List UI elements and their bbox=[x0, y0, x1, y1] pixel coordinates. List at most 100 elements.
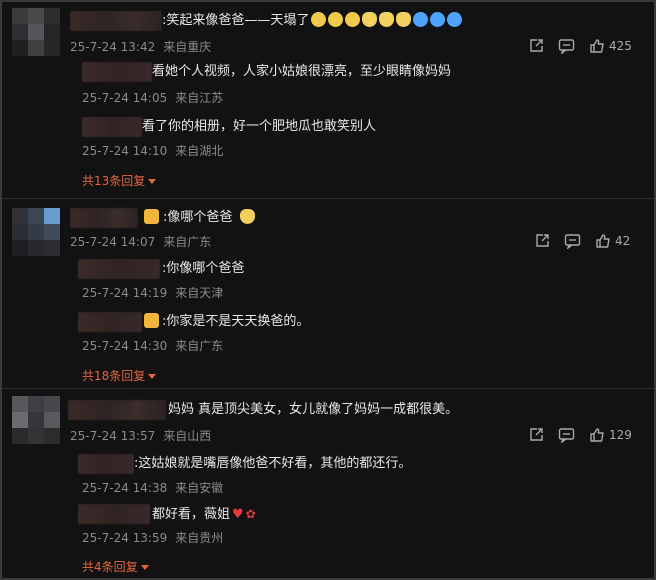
reply-button[interactable] bbox=[558, 427, 575, 443]
comment-date: 25-7-24 14:07 bbox=[70, 235, 156, 249]
share-icon bbox=[536, 234, 549, 247]
reply-meta: 25-7-24 14:05 来自江苏 bbox=[82, 90, 223, 106]
reply-username-blurred[interactable] bbox=[78, 504, 150, 524]
reply-location: 来自广东 bbox=[175, 339, 224, 353]
username-blurred[interactable] bbox=[70, 208, 138, 228]
share-icon bbox=[530, 428, 543, 441]
view-more-label: 共18条回复 bbox=[82, 369, 146, 383]
thumbs-up-icon bbox=[590, 39, 604, 53]
reply-date: 25-7-24 14:05 bbox=[82, 91, 168, 105]
crown-emoji bbox=[144, 313, 159, 328]
reply-date: 25-7-24 13:59 bbox=[82, 531, 168, 545]
avatar[interactable] bbox=[12, 396, 60, 444]
cry-laugh-emoji bbox=[447, 12, 463, 27]
reply-button[interactable] bbox=[558, 38, 575, 54]
like-button[interactable]: 129 bbox=[589, 426, 632, 444]
reply-location: 来自天津 bbox=[175, 286, 224, 300]
reply-meta: 25-7-24 14:38 来自安徽 bbox=[82, 480, 223, 496]
reply-text: 都好看，薇姐 ♥ ✿ bbox=[152, 504, 256, 525]
reply-location: 来自贵州 bbox=[175, 531, 224, 545]
reply-button[interactable] bbox=[564, 233, 581, 249]
view-more-label: 共4条回复 bbox=[82, 560, 138, 574]
view-more-label: 共13条回复 bbox=[82, 174, 146, 188]
reply-meta: 25-7-24 14:10 来自湖北 bbox=[82, 143, 223, 159]
reply-date: 25-7-24 14:38 bbox=[82, 481, 168, 495]
reply-text: :你家是不是天天换爸的。 bbox=[142, 312, 309, 332]
grin-emoji bbox=[345, 12, 361, 27]
reply-username-blurred[interactable] bbox=[82, 117, 142, 137]
comment-item: :像哪个爸爸 25-7-24 14:07 来自广东 42 :你像哪个爸爸 25-7… bbox=[2, 200, 654, 388]
avatar[interactable] bbox=[12, 8, 60, 56]
heart-emoji: ♥ bbox=[232, 507, 244, 522]
cry-laugh-emoji bbox=[430, 12, 446, 27]
comment-icon bbox=[564, 234, 581, 249]
reply-text: 看了你的相册，好一个肥地瓜也敢笑别人 bbox=[142, 119, 377, 134]
caret-down-icon bbox=[148, 179, 157, 184]
rose-emoji: ✿ bbox=[245, 507, 256, 521]
crown-emoji bbox=[144, 209, 159, 224]
reply-location: 来自湖北 bbox=[175, 144, 224, 158]
comment-location: 来自山西 bbox=[163, 429, 212, 443]
reply-username-blurred[interactable] bbox=[78, 312, 142, 332]
comment-date: 25-7-24 13:57 bbox=[70, 429, 156, 443]
comment-actions: 42 bbox=[520, 232, 630, 250]
thumbs-up-icon bbox=[596, 234, 610, 248]
comment-list: :笑起来像爸爸——天塌了 25-7-24 13:42 来自重庆 425 看她个人视… bbox=[0, 0, 656, 580]
username-blurred[interactable] bbox=[70, 11, 162, 31]
reply-date: 25-7-24 14:19 bbox=[82, 286, 168, 300]
comment-location: 来自重庆 bbox=[163, 40, 212, 54]
comment-meta: 25-7-24 13:42 来自重庆 bbox=[70, 39, 211, 55]
reply-username-blurred[interactable] bbox=[82, 62, 152, 82]
comment-text: :像哪个爸爸 bbox=[142, 208, 256, 228]
like-button[interactable]: 425 bbox=[589, 37, 632, 55]
comment-icon bbox=[558, 39, 575, 54]
cry-laugh-emoji bbox=[413, 12, 429, 27]
grin-emoji bbox=[328, 12, 344, 27]
view-more-replies[interactable]: 共4条回复 bbox=[82, 559, 149, 575]
reply-meta: 25-7-24 14:30 来自广东 bbox=[82, 338, 223, 354]
reply-date: 25-7-24 14:10 bbox=[82, 144, 168, 158]
like-count: 42 bbox=[615, 234, 631, 248]
divider bbox=[2, 198, 654, 199]
comment-actions: 129 bbox=[514, 426, 632, 444]
share-button[interactable] bbox=[528, 38, 544, 54]
comment-meta: 25-7-24 14:07 来自广东 bbox=[70, 234, 211, 250]
comment-meta: 25-7-24 13:57 来自山西 bbox=[70, 428, 211, 444]
thumbs-up-icon bbox=[590, 428, 604, 442]
view-more-replies[interactable]: 共18条回复 bbox=[82, 368, 157, 384]
like-count: 129 bbox=[609, 428, 632, 442]
grin-emoji bbox=[311, 12, 327, 27]
reply-username-blurred[interactable] bbox=[78, 454, 134, 474]
reply-meta: 25-7-24 14:19 来自天津 bbox=[82, 285, 223, 301]
reply-username-blurred[interactable] bbox=[78, 259, 160, 279]
like-button[interactable]: 42 bbox=[595, 232, 630, 250]
reply-text: :这姑娘就是嘴唇像他爸不好看，其他的都还行。 bbox=[134, 456, 412, 471]
comment-text: :笑起来像爸爸——天塌了 bbox=[162, 11, 463, 31]
comment-location: 来自广东 bbox=[163, 235, 212, 249]
reply-location: 来自江苏 bbox=[175, 91, 224, 105]
comment-actions: 425 bbox=[514, 37, 632, 55]
comment-item: :笑起来像爸爸——天塌了 25-7-24 13:42 来自重庆 425 看她个人视… bbox=[2, 2, 654, 198]
reply-date: 25-7-24 14:30 bbox=[82, 339, 168, 353]
comment-item: 妈妈 真是顶尖美女，女儿就像了妈妈一成都很美。 25-7-24 13:57 来自山… bbox=[2, 390, 654, 578]
comment-text: 妈妈 真是顶尖美女，女儿就像了妈妈一成都很美。 bbox=[168, 402, 459, 417]
like-count: 425 bbox=[609, 39, 632, 53]
share-icon bbox=[530, 39, 543, 52]
reply-text: 看她个人视频，人家小姑娘很漂亮，至少眼睛像妈妈 bbox=[152, 64, 452, 79]
reply-location: 来自安徽 bbox=[175, 481, 224, 495]
dog-face-emoji bbox=[240, 209, 256, 224]
comment-date: 25-7-24 13:42 bbox=[70, 40, 156, 54]
username-blurred[interactable] bbox=[68, 400, 166, 420]
reply-meta: 25-7-24 13:59 来自贵州 bbox=[82, 530, 223, 546]
avatar[interactable] bbox=[12, 208, 60, 256]
dog-face-emoji bbox=[396, 12, 412, 27]
reply-text: :你像哪个爸爸 bbox=[162, 261, 245, 276]
dog-face-emoji bbox=[362, 12, 378, 27]
caret-down-icon bbox=[148, 374, 157, 379]
share-button[interactable] bbox=[534, 233, 550, 249]
comment-icon bbox=[558, 428, 575, 443]
dog-face-emoji bbox=[379, 12, 395, 27]
divider bbox=[2, 388, 654, 389]
view-more-replies[interactable]: 共13条回复 bbox=[82, 173, 157, 189]
share-button[interactable] bbox=[528, 427, 544, 443]
